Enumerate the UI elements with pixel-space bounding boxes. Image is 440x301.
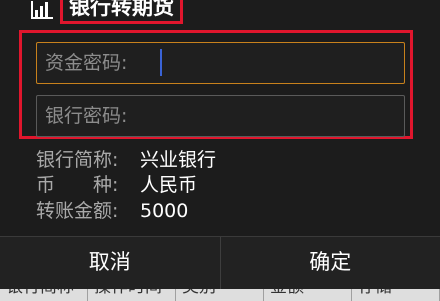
info-value: 5000 bbox=[140, 200, 188, 222]
info-row-currency: 币 种:人民币 bbox=[36, 172, 197, 198]
info-row-amount: 转账金额:5000 bbox=[36, 198, 188, 224]
fund-password-field[interactable]: 资金密码: bbox=[36, 42, 405, 84]
confirm-button[interactable]: 确定 bbox=[221, 237, 440, 289]
info-label: 转账金额: bbox=[36, 198, 140, 224]
text-caret bbox=[160, 49, 162, 76]
bank-transfer-dialog: 银行转期货 资金密码: 银行密码: 银行简称:兴业银行 币 种:人民币 转账金额… bbox=[0, 0, 440, 288]
info-label: 币 种: bbox=[36, 172, 140, 198]
bar-chart-icon bbox=[31, 1, 53, 19]
cancel-button[interactable]: 取消 bbox=[0, 237, 221, 289]
info-label: 银行简称: bbox=[36, 147, 140, 173]
dialog-title-bar: 银行转期货 bbox=[0, 0, 440, 26]
info-row-bank-name: 银行简称:兴业银行 bbox=[36, 147, 216, 173]
bank-password-field[interactable]: 银行密码: bbox=[36, 95, 405, 137]
info-value: 人民币 bbox=[140, 174, 197, 196]
info-value: 兴业银行 bbox=[140, 149, 216, 171]
dialog-button-bar: 取消 确定 bbox=[0, 236, 440, 289]
dialog-title: 银行转期货 bbox=[60, 0, 183, 24]
